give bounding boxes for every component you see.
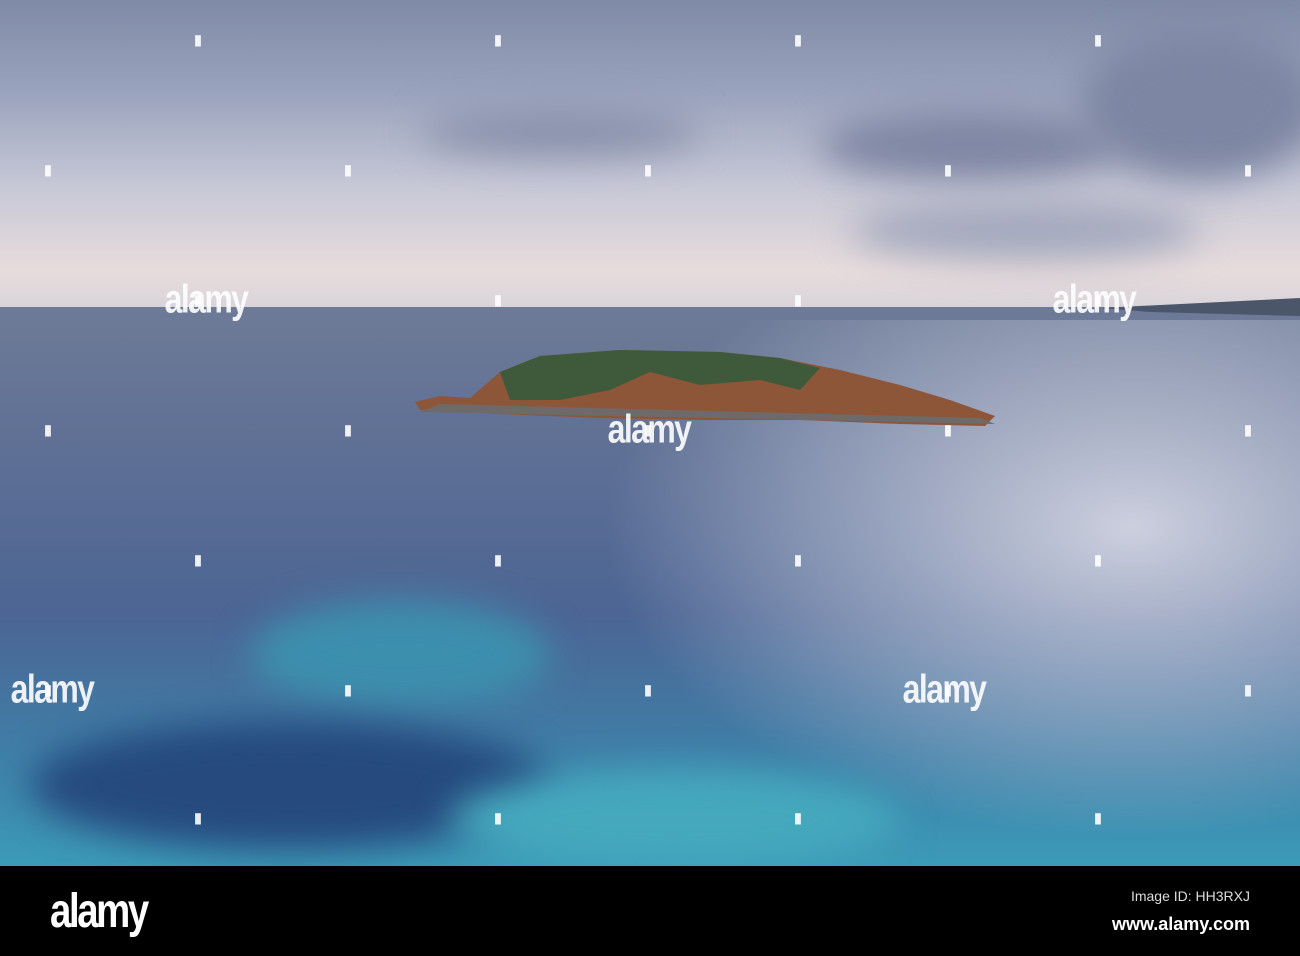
watermark-mark: ▮ <box>494 551 502 568</box>
watermark-mark: ▮ <box>1244 681 1252 698</box>
watermark-mark: ▮ <box>794 551 802 568</box>
watermark-mark: ▮ <box>494 291 502 308</box>
watermark-mark: ▮ <box>794 31 802 48</box>
watermark-mark: ▮ <box>1094 809 1102 826</box>
watermark-mark: ▮ <box>644 681 652 698</box>
alamy-logo: alamy <box>50 885 149 938</box>
watermark-mark: ▮ <box>344 681 352 698</box>
watermark-mark: ▮ <box>194 31 202 48</box>
watermark-mark: ▮ <box>1244 161 1252 178</box>
watermark-text: alamy <box>902 667 987 712</box>
watermark-text: alamy <box>164 277 249 322</box>
watermark-mark: ▮ <box>494 809 502 826</box>
watermark-mark: ▮ <box>1094 31 1102 48</box>
website-link[interactable]: www.alamy.com <box>1112 914 1250 935</box>
photo: ▮ ▮ ▮ ▮ ▮ ▮ ▮ ▮ ▮ ▮ ▮ ▮ ▮ ▮ ▮ ▮ ▮ ▮ ▮ ▮ ▮ ▮ ▮ ▮ ▮ ▮ ▮ ▮ ▮ ▮ ▮ alamy alam… <box>0 0 1300 866</box>
watermark-overlay: ▮ ▮ ▮ ▮ ▮ ▮ ▮ ▮ ▮ ▮ ▮ ▮ ▮ ▮ ▮ ▮ ▮ ▮ ▮ ▮ ▮ ▮ ▮ ▮ ▮ ▮ ▮ ▮ ▮ ▮ ▮ alamy alam… <box>0 0 1300 866</box>
watermark-mark: ▮ <box>1094 551 1102 568</box>
watermark-mark: ▮ <box>494 31 502 48</box>
image-id: Image ID: HH3RXJ <box>1130 888 1250 904</box>
watermark-mark: ▮ <box>794 809 802 826</box>
watermark-text: alamy <box>1052 277 1137 322</box>
watermark-mark: ▮ <box>644 161 652 178</box>
watermark-mark: ▮ <box>44 421 52 438</box>
watermark-mark: ▮ <box>794 291 802 308</box>
watermark-mark: ▮ <box>194 809 202 826</box>
watermark-text: alamy <box>10 667 95 712</box>
watermark-mark: ▮ <box>344 421 352 438</box>
footer-bar: alamy Image ID: HH3RXJ www.alamy.com <box>0 866 1300 956</box>
watermark-mark: ▮ <box>44 161 52 178</box>
watermark-mark: ▮ <box>1244 421 1252 438</box>
watermark-text: alamy <box>607 407 692 452</box>
watermark-mark: ▮ <box>944 421 952 438</box>
watermark-mark: ▮ <box>194 551 202 568</box>
watermark-mark: ▮ <box>944 161 952 178</box>
watermark-mark: ▮ <box>344 161 352 178</box>
